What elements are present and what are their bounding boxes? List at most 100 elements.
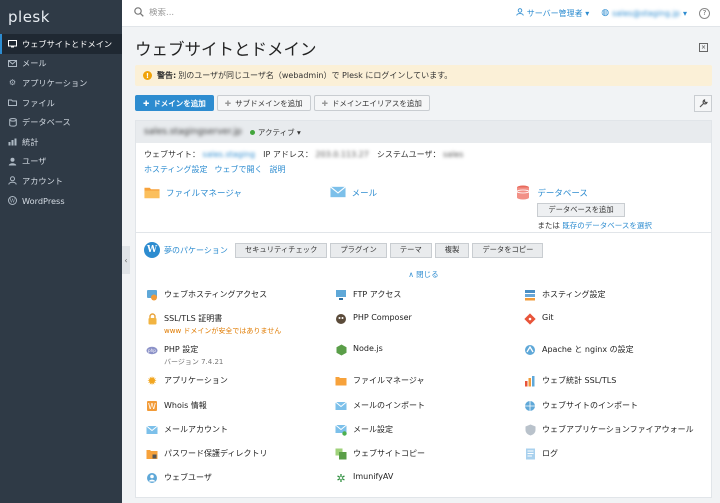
sidebar-item-files[interactable]: ファイル (0, 93, 122, 113)
tab-themes[interactable]: テーマ (389, 242, 432, 258)
sidebar-item-websites[interactable]: ウェブサイトとドメイン (0, 34, 122, 54)
tool-nodejs[interactable]: Node.js (335, 344, 524, 375)
tab-plugins[interactable]: プラグイン (330, 242, 387, 258)
user-menu[interactable]: サーバー管理者 ▾ (516, 7, 589, 19)
user-icon (516, 7, 524, 16)
web-user-icon (146, 472, 158, 484)
shield-icon (524, 424, 536, 436)
sidebar-item-wordpress[interactable]: W WordPress (0, 191, 122, 211)
plus-icon: ✚ (321, 98, 328, 108)
add-subdomain-label: サブドメインを追加 (235, 98, 303, 108)
tab-clone[interactable]: 複製 (434, 242, 470, 258)
tool-imunifyav[interactable]: ✲ ImunifyAV (335, 472, 524, 496)
tool-password-protected-dirs[interactable]: パスワード保護ディレクトリ (146, 448, 335, 472)
sidebar-item-label: ファイル (22, 97, 55, 108)
tool-mail-import[interactable]: メールのインポート (335, 400, 524, 424)
hosting-settings-link[interactable]: ホスティング設定 (144, 164, 208, 175)
tab-copy-data[interactable]: データをコピー (472, 242, 544, 258)
tool-web-app-firewall[interactable]: ウェブアプリケーションファイアウォール (524, 424, 704, 448)
mail-import-icon (335, 400, 347, 412)
tool-apache-nginx[interactable]: Apache と nginx の設定 (524, 344, 704, 375)
tool-label: ウェブユーザ (164, 473, 212, 483)
wordpress-icon: W (144, 242, 160, 258)
tool-label: ウェブアプリケーションファイアウォール (542, 424, 694, 434)
tool-ssl-certificates[interactable]: SSL/TLS 証明書 www ドメインが安全ではありません (146, 313, 335, 344)
tool-applications[interactable]: ✹ アプリケーション (146, 374, 335, 399)
add-alias-button[interactable]: ✚ ドメインエイリアスを追加 (313, 95, 430, 111)
warning-text: 別のユーザが同じユーザ名（webadmin）で Plesk にログインしています… (178, 71, 453, 80)
tool-whois[interactable]: W Whois 情報 (146, 400, 335, 424)
website-value[interactable]: sales.staging (203, 150, 256, 159)
tool-git[interactable]: Git (524, 313, 704, 344)
stats-icon (524, 375, 536, 387)
tool-label: Whois 情報 (164, 400, 207, 410)
sidebar-collapse-handle[interactable]: ‹ (122, 246, 130, 274)
collapse-panel-icon[interactable]: × (699, 43, 708, 52)
tool-label: メールのインポート (353, 400, 425, 410)
search-icon (134, 6, 144, 20)
tool-site-import[interactable]: ウェブサイトのインポート (524, 400, 704, 424)
ftp-icon (335, 289, 347, 301)
sidebar-item-account[interactable]: アカウント (0, 171, 122, 191)
log-icon (524, 448, 536, 460)
collapse-toggle[interactable]: ∧ 閉じる (136, 269, 711, 283)
tool-web-statistics[interactable]: ウェブ統計 SSL/TLS (524, 375, 704, 399)
tool-file-manager[interactable]: ファイルマネージャ (335, 375, 524, 399)
tool-label: アプリケーション (164, 376, 228, 386)
tool-label: ログ (542, 449, 558, 459)
tool-mail-settings[interactable]: メール設定 (335, 424, 524, 448)
sidebar-item-applications[interactable]: ⚙ アプリケーション (0, 73, 122, 93)
help-icon[interactable]: ? (699, 7, 710, 19)
quick-database: データベース データベースを追加 または 既存のデータベースを選択 (515, 185, 703, 232)
tool-php-settings[interactable]: php PHP 設定 バージョン 7.4.21 (146, 344, 335, 375)
composer-icon (335, 313, 347, 325)
tool-hosting-access[interactable]: ウェブホスティングアクセス (146, 289, 335, 313)
wrench-icon (699, 98, 708, 107)
domain-toolbar: ✚ ドメインを追加 ✚ サブドメインを追加 ✚ ドメインエイリアスを追加 (135, 94, 712, 112)
domain-card-header: sales.stagingserver.jp アクティブ ▾ (136, 121, 711, 143)
plesk-logo[interactable]: plesk (0, 0, 122, 34)
domain-name[interactable]: sales.stagingserver.jp (144, 127, 242, 137)
search-input[interactable] (149, 8, 449, 18)
tool-web-users[interactable]: ウェブユーザ (146, 472, 335, 496)
tool-ftp-access[interactable]: FTP アクセス (335, 289, 524, 313)
status-badge[interactable]: アクティブ ▾ (249, 127, 301, 138)
mail-account-icon (146, 424, 158, 436)
tool-label: ウェブホスティングアクセス (164, 290, 268, 299)
tool-php-composer[interactable]: PHP Composer (335, 313, 524, 344)
tool-hosting-settings[interactable]: ホスティング設定 (524, 289, 704, 313)
add-domain-button[interactable]: ✚ ドメインを追加 (135, 95, 214, 111)
tools-grid: ウェブホスティングアクセス FTP アクセス ホスティング設定 SSL/TLS … (136, 283, 711, 497)
domain-card: sales.stagingserver.jp アクティブ ▾ ウェブサイト： s… (135, 120, 712, 498)
hosting-access-icon (146, 289, 158, 301)
imunify-icon: ✲ (336, 471, 346, 485)
settings-wrench-button[interactable] (694, 94, 712, 112)
sidebar: plesk ウェブサイトとドメイン メール ⚙ アプリケーション ファイル デー… (0, 0, 122, 503)
wordpress-site-link[interactable]: W 夢のパケーション (144, 242, 228, 258)
user-name: サーバー管理者 (526, 8, 583, 18)
tool-site-copy[interactable]: ウェブサイトコピー (335, 448, 524, 472)
add-subdomain-button[interactable]: ✚ サブドメインを追加 (216, 95, 311, 111)
sidebar-item-label: ユーザ (22, 156, 47, 167)
account-menu[interactable]: ◍ sales@staging.jp ▾ (601, 8, 687, 18)
tool-label: SSL/TLS 証明書 (164, 314, 223, 324)
sidebar-item-databases[interactable]: データベース (0, 112, 122, 132)
open-in-web-link[interactable]: ウェブで開く (215, 164, 263, 175)
database-label[interactable]: データベース (537, 187, 652, 199)
status-dot-icon (249, 129, 255, 135)
tool-mail-accounts[interactable]: メールアカウント (146, 424, 335, 448)
sidebar-item-mail[interactable]: メール (0, 54, 122, 74)
add-database-button[interactable]: データベースを追加 (537, 203, 625, 217)
quick-mail[interactable]: メール (329, 185, 516, 232)
sidebar-item-users[interactable]: ユーザ (0, 152, 122, 172)
database-actions: データベースを追加 または 既存のデータベースを選択 (537, 203, 652, 231)
quick-file-manager[interactable]: ファイルマネージャ (144, 185, 330, 232)
status-label: アクティブ (257, 127, 295, 137)
select-database-link[interactable]: 既存のデータベースを選択 (562, 221, 652, 230)
tab-security-check[interactable]: セキュリティチェック (234, 242, 328, 258)
sidebar-item-statistics[interactable]: 統計 (0, 132, 122, 152)
tool-logs[interactable]: ログ (524, 448, 704, 472)
description-link[interactable]: 説明 (270, 164, 286, 175)
svg-text:W: W (10, 199, 16, 205)
ip-value: 203.0.113.27 (315, 150, 369, 159)
